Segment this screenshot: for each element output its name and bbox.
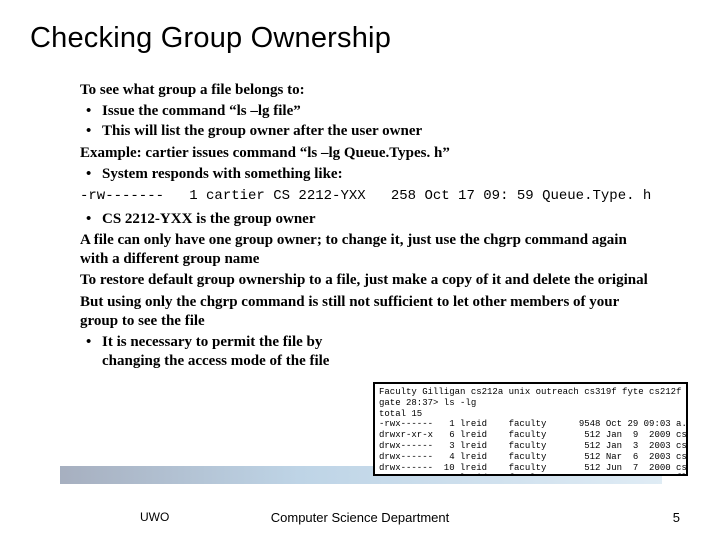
terminal-screenshot: Faculty Gilligan cs212a unix outreach cs… [373, 382, 688, 476]
list-item: System responds with something like: [102, 165, 650, 184]
list-item: It is necessary to permit the file by ch… [102, 333, 342, 371]
body-paragraph: But using only the chgrp command is stil… [80, 293, 650, 331]
footer-page-number: 5 [673, 510, 680, 525]
slide-body: To see what group a file belongs to: Iss… [80, 81, 650, 371]
footer-department: Computer Science Department [0, 510, 720, 525]
command-output: -rw------- 1 cartier CS 2212-YXX 258 Oct… [80, 188, 650, 206]
example-list: System responds with something like: [80, 165, 650, 184]
final-list: It is necessary to permit the file by ch… [80, 333, 650, 371]
example-line: Example: cartier issues command “ls –lg … [80, 144, 650, 163]
body-paragraph: To restore default group ownership to a … [80, 271, 650, 290]
group-owner-list: CS 2212-YXX is the group owner [80, 210, 650, 229]
list-item: Issue the command “ls –lg file” [102, 102, 650, 121]
list-item: This will list the group owner after the… [102, 122, 650, 141]
body-paragraph: A file can only have one group owner; to… [80, 231, 650, 269]
intro-text: To see what group a file belongs to: [80, 81, 650, 100]
list-item: CS 2212-YXX is the group owner [102, 210, 650, 229]
page-title: Checking Group Ownership [30, 22, 690, 55]
intro-list: Issue the command “ls –lg file” This wil… [80, 102, 650, 141]
